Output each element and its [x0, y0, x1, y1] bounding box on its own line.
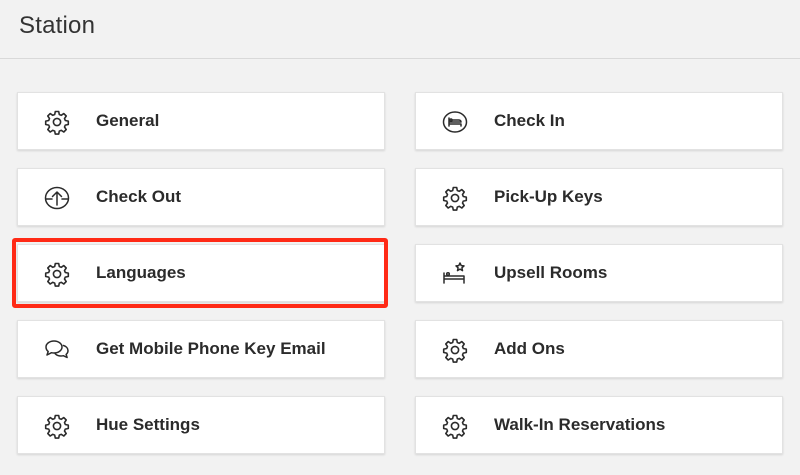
- tile-label: Hue Settings: [96, 415, 200, 434]
- gear-icon: [44, 413, 70, 439]
- bed-star-icon: [442, 261, 468, 287]
- tile-label: Check In: [494, 111, 565, 130]
- tile-label: Add Ons: [494, 339, 565, 358]
- tile-label: Get Mobile Phone Key Email: [96, 339, 326, 358]
- tile-get-mobile-phone-key-email[interactable]: Get Mobile Phone Key Email: [17, 320, 385, 378]
- tile-add-ons[interactable]: Add Ons: [415, 320, 783, 378]
- tile-pick-up-keys[interactable]: Pick-Up Keys: [415, 168, 783, 226]
- tile-check-in[interactable]: Check In: [415, 92, 783, 150]
- tile-upsell-rooms[interactable]: Upsell Rooms: [415, 244, 783, 302]
- chat-bubbles-icon: [44, 337, 70, 363]
- tile-label: Pick-Up Keys: [494, 187, 603, 206]
- tile-label: Check Out: [96, 187, 182, 206]
- tile-general[interactable]: General: [17, 92, 385, 150]
- gear-icon: [442, 413, 468, 439]
- tile-walk-in-reservations[interactable]: Walk-In Reservations: [415, 396, 783, 454]
- gear-icon: [442, 337, 468, 363]
- page-title: Station: [19, 12, 96, 39]
- tile-languages[interactable]: Languages: [17, 244, 385, 302]
- upload-arrow-icon: [44, 185, 70, 211]
- page-header: Station: [0, 0, 800, 59]
- tile-label: Walk-In Reservations: [494, 415, 666, 434]
- tile-hue-settings[interactable]: Hue Settings: [17, 396, 385, 454]
- gear-icon: [44, 109, 70, 135]
- bed-icon: [442, 109, 468, 135]
- gear-icon: [44, 261, 70, 287]
- gear-icon: [442, 185, 468, 211]
- tile-label: General: [96, 111, 160, 130]
- tile-label: Languages: [96, 263, 186, 282]
- tile-check-out[interactable]: Check Out: [17, 168, 385, 226]
- tile-label: Upsell Rooms: [494, 263, 608, 282]
